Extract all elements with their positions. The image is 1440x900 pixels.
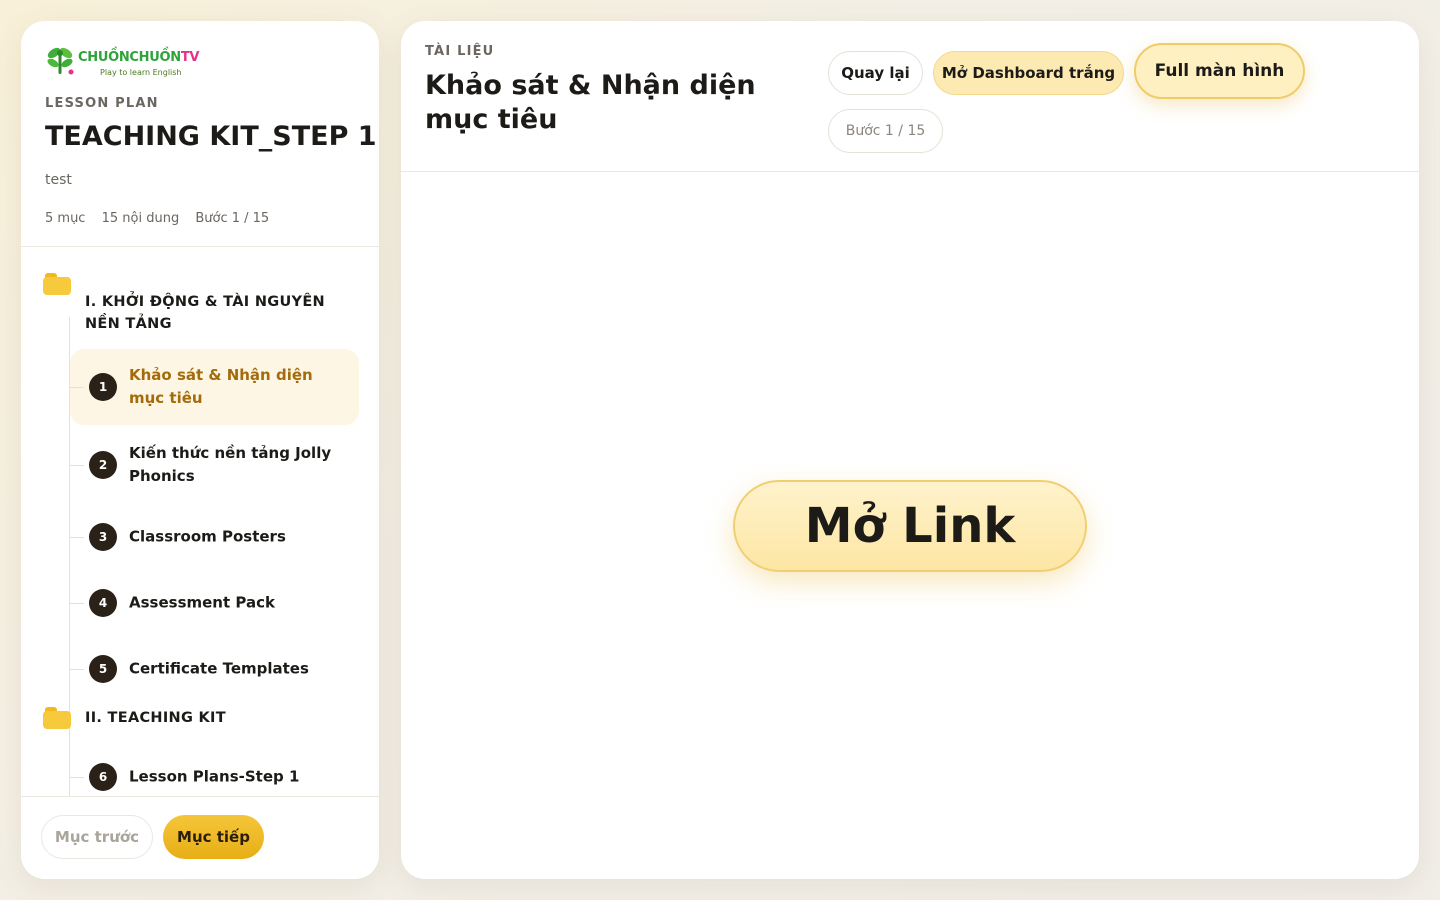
outline-item-2[interactable]: 2 Kiến thức nền tảng Jolly Phonics <box>70 427 359 503</box>
lesson-subtitle: test <box>45 172 72 188</box>
step-number-badge: 5 <box>89 655 117 683</box>
previous-section-button[interactable]: Mục trước <box>41 815 153 859</box>
meta-section-count: 5 mục <box>45 211 86 226</box>
lesson-title: TEACHING KIT_STEP 1 <box>45 121 377 152</box>
next-section-button[interactable]: Mục tiếp <box>163 815 264 859</box>
document-label: TÀI LIỆU <box>425 44 495 59</box>
outline-item-6[interactable]: 6 Lesson Plans-Step 1 <box>70 749 359 797</box>
lesson-plan-label: LESSON PLAN <box>45 96 159 111</box>
outline-item-1[interactable]: 1 Khảo sát & Nhận diện mục tiêu <box>70 349 359 425</box>
dragonfly-logo-icon <box>47 47 74 75</box>
folder-icon <box>43 273 71 295</box>
step-number-badge: 3 <box>89 523 117 551</box>
step-indicator: Bước 1 / 15 <box>828 109 943 153</box>
meta-content-count: 15 nội dung <box>101 211 180 226</box>
sidebar-footer: Mục trước Mục tiếp <box>21 796 379 879</box>
lesson-outline: I. KHỞI ĐỘNG & TÀI NGUYÊN NỀN TẢNG 1 Khả… <box>21 247 379 797</box>
document-panel: TÀI LIỆU Khảo sát & Nhận diện mục tiêu Q… <box>401 21 1419 879</box>
folder-icon <box>43 707 71 729</box>
step-number-badge: 4 <box>89 589 117 617</box>
step-number-badge: 1 <box>89 373 117 401</box>
outline-item-3[interactable]: 3 Classroom Posters <box>70 509 359 565</box>
open-link-button[interactable]: Mở Link <box>733 480 1087 572</box>
lesson-meta: 5 mục 15 nội dung Bước 1 / 15 <box>45 211 281 226</box>
lesson-sidebar: CHUỒNCHUỒNTV Play to learn English LESSO… <box>21 21 379 879</box>
brand-logo[interactable]: CHUỒNCHUỒNTV Play to learn English <box>44 44 214 80</box>
fullscreen-button[interactable]: Full màn hình <box>1134 43 1305 99</box>
step-number-badge: 2 <box>89 451 117 479</box>
outline-item-label: Khảo sát & Nhận diện mục tiêu <box>129 366 313 407</box>
outline-item-label: Assessment Pack <box>129 593 275 612</box>
brand-tagline: Play to learn English <box>100 68 182 77</box>
document-title: Khảo sát & Nhận diện mục tiêu <box>425 70 756 135</box>
outline-item-label: Classroom Posters <box>129 527 286 546</box>
section-title[interactable]: II. TEACHING KIT <box>85 707 360 729</box>
meta-step: Bước 1 / 15 <box>195 211 270 226</box>
outline-item-5[interactable]: 5 Certificate Templates <box>70 641 359 697</box>
step-number-badge: 6 <box>89 763 117 791</box>
open-dashboard-button[interactable]: Mở Dashboard trắng <box>933 51 1124 95</box>
outline-item-label: Lesson Plans-Step 1 <box>129 767 300 786</box>
lesson-header: CHUỒNCHUỒNTV Play to learn English LESSO… <box>21 21 379 247</box>
outline-item-4[interactable]: 4 Assessment Pack <box>70 575 359 631</box>
document-viewer: Mở Link <box>401 173 1419 879</box>
section-title[interactable]: I. KHỞI ĐỘNG & TÀI NGUYÊN NỀN TẢNG <box>85 291 360 335</box>
document-header: TÀI LIỆU Khảo sát & Nhận diện mục tiêu Q… <box>401 21 1419 172</box>
brand-name: CHUỒNCHUỒNTV <box>78 50 200 65</box>
back-button[interactable]: Quay lại <box>828 51 923 95</box>
outline-item-label: Kiến thức nền tảng Jolly Phonics <box>129 444 332 485</box>
outline-item-label: Certificate Templates <box>129 659 309 678</box>
